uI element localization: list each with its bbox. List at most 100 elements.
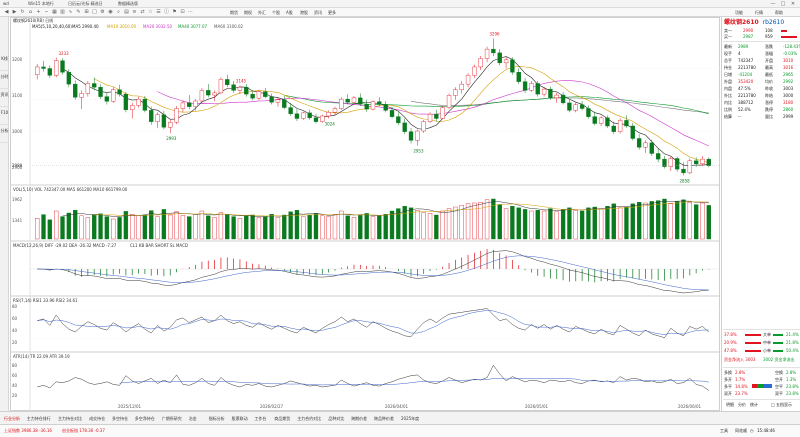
bottom-tab[interactable]: 主力持仓对比	[58, 416, 82, 422]
toolbar-tab-2[interactable]: 外汇	[258, 9, 266, 16]
volume-bar	[218, 212, 224, 240]
settings-icon[interactable]: ⚙	[99, 9, 106, 16]
bottom-tab[interactable]: 工作台	[254, 416, 266, 422]
draw-icon[interactable]: ✎	[75, 9, 82, 16]
rsi-tick: 80	[12, 304, 18, 309]
bottom-tab[interactable]: 冶金	[189, 416, 197, 422]
flow-outflow-bar	[773, 342, 783, 344]
bottom-tab[interactable]: 跨品种价差	[374, 416, 394, 422]
alert-icon[interactable]: ◉	[107, 9, 114, 16]
chart-area[interactable]: 螺纹钢2610(RB) 日线 MA5(5,10,20,40,60) MA5 29…	[10, 17, 720, 411]
quote-name: 螺纹钢2610	[724, 19, 759, 26]
five-level-checkbox[interactable]: □ 五档显示	[771, 402, 792, 408]
volume-bar	[662, 198, 667, 240]
left-tab-analysis[interactable]: 分析	[0, 127, 9, 143]
forward-icon[interactable]: ▶	[11, 9, 18, 16]
left-tab-timeshare[interactable]: 分时	[0, 73, 9, 89]
bottom-tab[interactable]: 品种对比	[328, 416, 344, 422]
status-clock: 15:48:46	[757, 428, 775, 433]
menu-item-0[interactable]: Win15 本地行	[28, 1, 54, 7]
search-icon[interactable]: ⌕	[115, 9, 122, 16]
back-icon[interactable]: ◀	[3, 9, 10, 16]
volume-bar	[624, 206, 629, 240]
candle-body	[674, 158, 680, 170]
grid-icon[interactable]: ▦	[51, 9, 58, 16]
bottom-tab[interactable]: 主力持仓排行	[27, 416, 51, 422]
bottom-tab[interactable]: 2025年度	[401, 416, 419, 422]
toolbar-link-quote[interactable]: 行情	[755, 9, 763, 16]
left-tab-news[interactable]: 资讯	[0, 91, 9, 107]
flag-icon[interactable]: ⚑	[171, 9, 178, 16]
menu-item-1[interactable]: 日历云/光标 精选日	[68, 1, 103, 7]
toolbar-link-help[interactable]: 帮助	[775, 9, 783, 16]
bottom-tab[interactable]: 广期所研究	[162, 416, 182, 422]
bid-bar	[781, 36, 797, 38]
candle-body	[117, 89, 122, 95]
candle-body	[649, 142, 654, 154]
toolbar-tab-0[interactable]: 期货	[230, 9, 238, 16]
bottom-tab[interactable]: 主力合约对比	[297, 416, 321, 422]
quote-row: 日增 -41204 最低 2965	[724, 72, 794, 77]
bottom-tab[interactable]: 成交持仓	[89, 416, 105, 422]
flow-outflow-bar	[773, 334, 783, 336]
left-tab-kline[interactable]: K线	[0, 55, 9, 71]
bottom-tab[interactable]: 股票联动	[232, 416, 248, 422]
candle-body	[592, 116, 597, 124]
quote-row: 总手 742347 开盘 3010	[724, 58, 794, 63]
volume-bar	[320, 215, 325, 240]
zoom-in-icon[interactable]: +	[35, 9, 42, 16]
bottom-tab[interactable]: 多空持仓	[112, 416, 128, 422]
bar-chart-icon[interactable]: ▥	[59, 9, 66, 16]
info-icon[interactable]: ⓘ	[163, 9, 170, 16]
candle-body	[104, 96, 110, 102]
line-chart-icon[interactable]: ∿	[67, 9, 74, 16]
candle-body	[364, 103, 369, 110]
indicator-icon[interactable]: ≋	[131, 9, 138, 16]
window-icon[interactable]: □	[91, 9, 98, 16]
status-link-ths[interactable]: 同花顺	[735, 428, 747, 434]
bottom-tab[interactable]: 指标分析	[209, 416, 225, 422]
bottom-tab[interactable]: 商品期货	[274, 416, 290, 422]
minimize-icon[interactable]: —	[768, 0, 778, 8]
candle-body	[60, 60, 65, 73]
quote-title-row: 螺纹钢2610 rb2610	[724, 19, 799, 27]
candle-body	[231, 84, 236, 91]
tab-price-dist[interactable]: 分价	[738, 402, 746, 408]
candle-body	[212, 92, 217, 96]
tab-stats[interactable]: 统计	[750, 402, 758, 408]
refresh-icon[interactable]: ↻	[19, 9, 26, 16]
toolbar-tab-6[interactable]: 资讯	[314, 9, 322, 16]
sync-icon[interactable]: ⇄	[139, 9, 146, 16]
bottom-tab[interactable]: 多空净持仓	[135, 416, 155, 422]
toolbar-tab-7[interactable]: 更多	[328, 9, 336, 16]
ruler-icon[interactable]: ⊞	[83, 9, 90, 16]
volume-bar	[92, 214, 97, 240]
maximize-icon[interactable]: □	[778, 0, 788, 8]
candle-body	[244, 87, 249, 95]
toolbar-link-function[interactable]: 功能	[735, 9, 743, 16]
candle-body	[554, 94, 559, 99]
status-link-tools[interactable]: 工具	[720, 428, 728, 434]
quote-row: 比例 52.4% 跌停 2860	[724, 107, 794, 112]
bottom-tab[interactable]: 行业分析	[4, 416, 20, 422]
list-icon[interactable]: ☰	[155, 9, 162, 16]
volume-bar	[636, 201, 642, 240]
bottom-tab[interactable]: 跨期价差	[351, 416, 367, 422]
candle-body	[586, 108, 591, 117]
toolbar-tab-1[interactable]: 期权	[244, 9, 252, 16]
toolbar-tab-5[interactable]: 港股	[300, 9, 308, 16]
toolbar-tab-4[interactable]: A股	[286, 9, 293, 16]
zoom-out-icon[interactable]: −	[43, 9, 50, 16]
star-icon[interactable]: ☆	[147, 9, 154, 16]
left-tab-f10[interactable]: F10	[0, 109, 9, 125]
toolbar-tab-3[interactable]: 个股	[272, 9, 280, 16]
more-icon[interactable]: ⋯	[187, 9, 194, 16]
tab-detail[interactable]: 明细	[726, 402, 734, 408]
home-icon[interactable]: ⌂	[27, 9, 34, 16]
chart-type-icon[interactable]: ▤	[123, 9, 130, 16]
kline-chart[interactable]: 螺纹钢2610(RB) 日线 MA5(5,10,20,40,60) MA5 29…	[10, 17, 720, 411]
menu-item-2[interactable]: 数据精选版	[118, 1, 138, 7]
close-icon[interactable]: ✕	[788, 0, 798, 8]
lock-icon[interactable]: ⊡	[179, 9, 186, 16]
volume-bar	[497, 204, 502, 240]
